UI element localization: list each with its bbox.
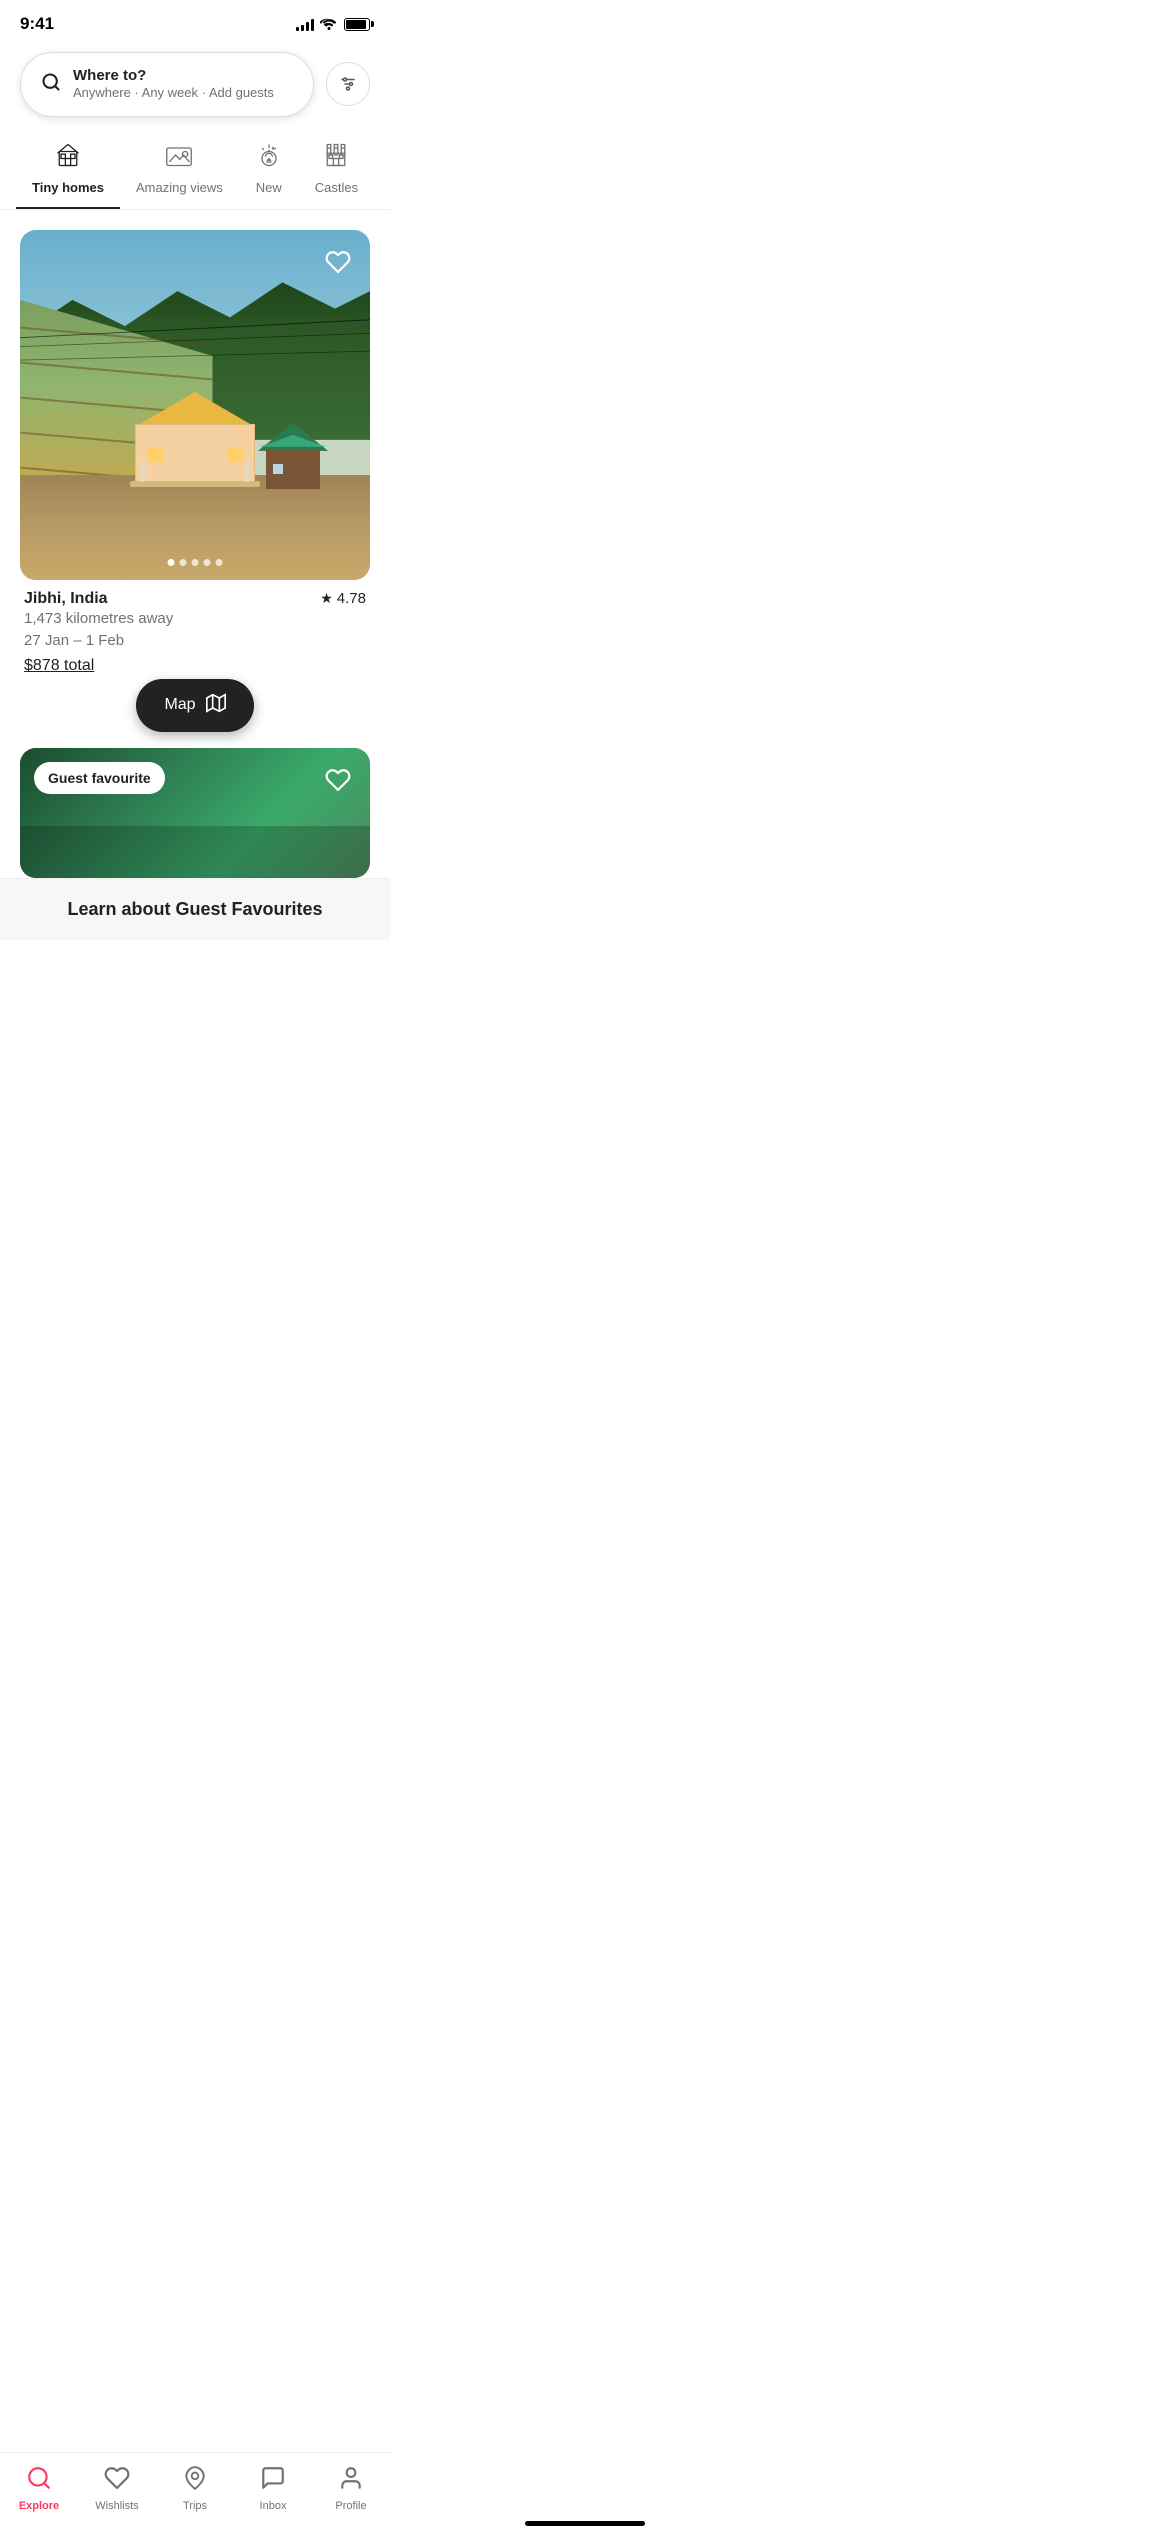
image-dots (168, 559, 223, 566)
signal-icon (296, 17, 314, 31)
message-nav-icon (260, 2465, 286, 2496)
battery-icon (344, 18, 370, 31)
listing-card[interactable]: Jibhi, India ★ 4.78 1,473 kilometres awa… (20, 230, 370, 675)
tab-castles-label: Castles (315, 180, 358, 195)
nav-wishlists[interactable]: Wishlists (87, 2465, 147, 2512)
heart-nav-icon (104, 2465, 130, 2496)
search-icon (41, 72, 61, 97)
status-time: 9:41 (20, 14, 54, 34)
listing-location: Jibhi, India (24, 590, 108, 608)
airbnb-nav-icon (182, 2465, 208, 2496)
listing-info: Jibhi, India ★ 4.78 1,473 kilometres awa… (20, 580, 370, 675)
tab-amazing-views-label: Amazing views (136, 180, 223, 195)
map-icon (206, 693, 226, 718)
sparkle-icon (255, 141, 283, 174)
mountain-icon (165, 141, 193, 174)
category-tabs: Tiny homes Amazing views New (0, 129, 390, 210)
map-button-container: Map (0, 679, 390, 732)
tab-new[interactable]: New (239, 129, 299, 209)
wifi-icon (320, 16, 338, 33)
search-container: Where to? Anywhere · Any week · Add gues… (0, 44, 390, 129)
listing-rating: ★ 4.78 (320, 590, 366, 607)
building-icon (54, 141, 82, 174)
tab-tiny-homes[interactable]: Tiny homes (16, 129, 120, 209)
tab-amazing-views[interactable]: Amazing views (120, 129, 239, 209)
nav-trips[interactable]: Trips (165, 2465, 225, 2512)
nav-profile[interactable]: Profile (321, 2465, 381, 2512)
second-listing-preview[interactable]: Guest favourite (20, 748, 370, 878)
search-nav-icon (26, 2465, 52, 2496)
price-value: $878 total (24, 657, 94, 674)
search-sub-text: Anywhere · Any week · Add guests (73, 85, 274, 102)
listing-dates: 27 Jan – 1 Feb (24, 630, 366, 653)
listing-image (20, 230, 370, 580)
home-indicator (525, 2521, 645, 2526)
star-icon: ★ (320, 590, 333, 607)
guest-fav-title: Learn about Guest Favourites (67, 899, 322, 919)
search-bar[interactable]: Where to? Anywhere · Any week · Add gues… (20, 52, 314, 117)
rating-value: 4.78 (337, 590, 366, 607)
bottom-nav: Explore Wishlists Trips Inbox (0, 2452, 390, 2532)
second-favourite-button[interactable] (320, 762, 356, 798)
tab-castles[interactable]: Castles (299, 129, 374, 209)
nav-explore-label: Explore (19, 2500, 59, 2512)
listing-price: $878 total (24, 657, 366, 675)
nav-explore[interactable]: Explore (9, 2465, 69, 2512)
nav-inbox-label: Inbox (260, 2500, 287, 2512)
guest-favourite-badge: Guest favourite (34, 762, 165, 794)
search-main-text: Where to? (73, 67, 274, 85)
favourite-button[interactable] (320, 244, 356, 280)
nav-profile-label: Profile (335, 2500, 366, 2512)
map-button-label: Map (164, 696, 195, 714)
tab-tiny-homes-label: Tiny homes (32, 180, 104, 195)
nav-trips-label: Trips (183, 2500, 207, 2512)
listings-container: Jibhi, India ★ 4.78 1,473 kilometres awa… (0, 210, 390, 675)
tab-new-label: New (256, 180, 282, 195)
status-bar: 9:41 (0, 0, 390, 44)
nav-inbox[interactable]: Inbox (243, 2465, 303, 2512)
status-icons (296, 16, 370, 33)
filter-button[interactable] (326, 62, 370, 106)
castle-icon (322, 141, 350, 174)
map-button[interactable]: Map (136, 679, 253, 732)
listing-distance: 1,473 kilometres away (24, 608, 366, 631)
nav-wishlists-label: Wishlists (95, 2500, 138, 2512)
person-nav-icon (338, 2465, 364, 2496)
guest-fav-banner[interactable]: Learn about Guest Favourites (0, 878, 390, 940)
